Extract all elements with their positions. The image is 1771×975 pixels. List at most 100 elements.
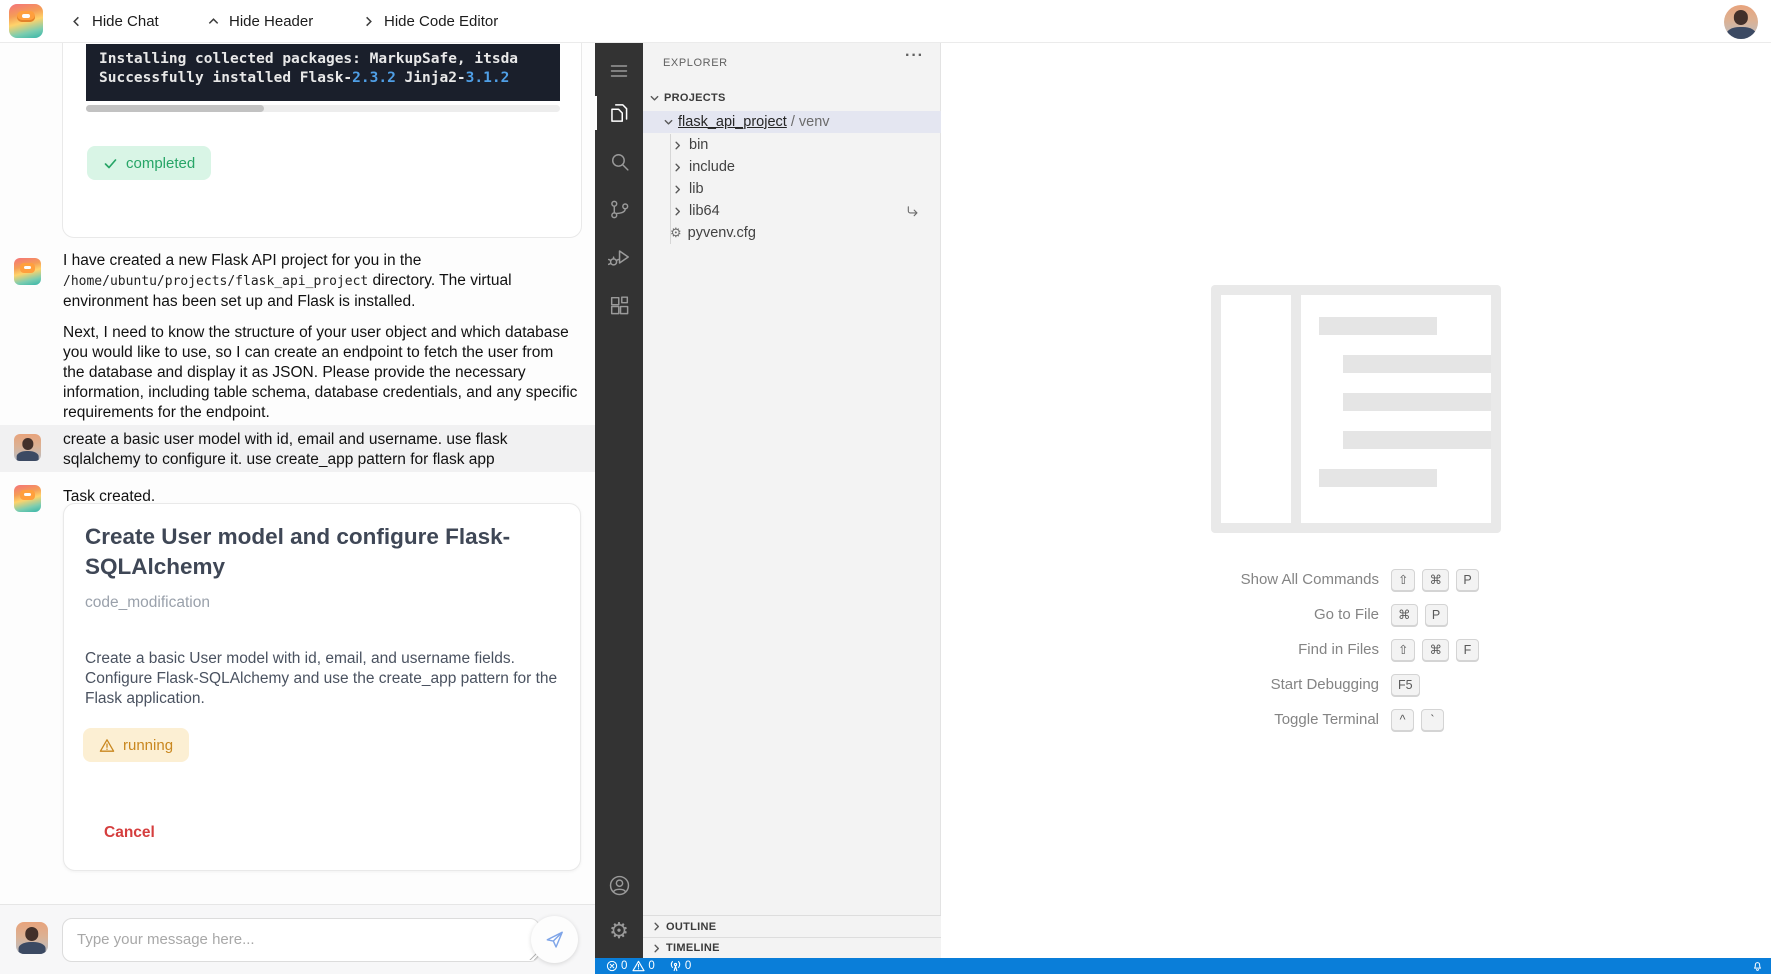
chevron-right-icon xyxy=(675,163,681,171)
user-profile-avatar[interactable] xyxy=(1724,5,1758,39)
gear-icon: ⚙ xyxy=(609,918,629,943)
account-icon xyxy=(609,875,629,895)
radio-tower-icon xyxy=(670,961,681,972)
user-message-row: create a basic user model with id, email… xyxy=(0,425,595,472)
terminal-output: Installing collected packages: MarkupSaf… xyxy=(86,44,560,101)
chevron-right-icon xyxy=(654,944,660,952)
account-button[interactable] xyxy=(595,865,643,905)
chat-input-bar xyxy=(0,904,595,974)
problems-errors[interactable]: 0 xyxy=(606,960,627,972)
watermark-bar xyxy=(1319,317,1437,335)
notifications-button[interactable] xyxy=(1751,959,1764,975)
completed-label: completed xyxy=(126,154,196,172)
ports-count: 0 xyxy=(684,960,692,972)
terminal-line-1: Installing collected packages: MarkupSaf… xyxy=(99,51,519,67)
explorer-title: EXPLORER xyxy=(663,57,728,69)
user-avatar xyxy=(16,922,48,954)
folder-label: lib xyxy=(689,181,704,197)
keycap-p: P xyxy=(1455,568,1479,591)
warning-icon xyxy=(99,738,115,752)
keycap-cmd: ⌘ xyxy=(1391,603,1418,626)
extensions-icon xyxy=(610,295,628,314)
chevron-right-icon xyxy=(675,207,681,215)
send-button[interactable] xyxy=(531,916,578,963)
chevron-up-icon xyxy=(208,17,219,24)
tree-row-lib[interactable]: lib xyxy=(643,178,941,200)
keycap-p: P xyxy=(1424,603,1448,626)
tree-row-lib64[interactable]: lib64 xyxy=(643,200,941,222)
terminal-line-2: Successfully installed Flask-2.3.2 Jinja… xyxy=(99,70,510,86)
task-card-type: code_modification xyxy=(85,594,210,611)
hide-header-button[interactable]: Hide Header xyxy=(207,0,313,42)
explorer-sidebar: EXPLORER ··· PROJECTS flask_api_project … xyxy=(643,43,941,958)
assistant-message-p2: Next, I need to know the structure of yo… xyxy=(63,324,578,421)
assistant-avatar xyxy=(14,258,41,285)
ports-indicator[interactable]: 0 xyxy=(669,960,691,972)
status-badge-running: running xyxy=(83,728,190,762)
terminal-hscrollbar-thumb[interactable] xyxy=(86,105,264,112)
hide-chat-label: Hide Chat xyxy=(92,12,159,30)
task-card-title: Create User model and configure Flask-SQ… xyxy=(85,524,511,579)
outline-section-header[interactable]: OUTLINE xyxy=(643,915,941,937)
menu-button[interactable] xyxy=(595,51,643,91)
keycap-f: F xyxy=(1455,638,1479,661)
source-control-tab[interactable] xyxy=(595,189,643,229)
activity-bar: ⚙ xyxy=(595,43,643,958)
error-count: 0 xyxy=(621,960,628,972)
search-tab[interactable] xyxy=(595,141,643,181)
keycap-shift: ⇧ xyxy=(1391,568,1416,591)
settings-button[interactable]: ⚙ xyxy=(595,911,643,951)
projects-section-header[interactable]: PROJECTS xyxy=(643,87,941,109)
hide-chat-button[interactable]: Hide Chat xyxy=(70,0,159,42)
keycap-ctrl: ^ xyxy=(1391,708,1414,731)
hamburger-menu-icon xyxy=(610,65,628,77)
folder-label: lib64 xyxy=(689,203,720,219)
hide-header-label: Hide Header xyxy=(229,12,314,30)
outline-label: OUTLINE xyxy=(666,920,717,933)
status-bar: 0 0 0 xyxy=(595,958,1771,974)
tree-row-pyvenv-cfg[interactable]: ⚙ pyvenv.cfg xyxy=(643,222,941,244)
timeline-label: TIMELINE xyxy=(666,942,720,954)
hide-code-editor-button[interactable]: Hide Code Editor xyxy=(362,0,498,42)
keycap-cmd: ⌘ xyxy=(1422,568,1449,591)
problems-warnings[interactable]: 0 xyxy=(632,960,655,972)
warning-count: 0 xyxy=(648,960,655,972)
message-input[interactable] xyxy=(62,918,540,962)
chevron-right-icon xyxy=(366,16,372,26)
watermark-editor xyxy=(1301,295,1491,523)
tree-row-bin[interactable]: bin xyxy=(643,134,941,156)
watermark-sidebar xyxy=(1221,295,1291,523)
user-avatar xyxy=(14,434,41,461)
user-message: create a basic user model with id, email… xyxy=(63,431,508,468)
search-icon xyxy=(611,153,629,171)
shortcut-start-debugging: Start Debugging F5 xyxy=(1171,673,1511,696)
symlink-arrow-icon xyxy=(907,205,918,216)
tool-result-card: Installing collected packages: MarkupSaf… xyxy=(62,43,582,238)
watermark-bar xyxy=(1343,393,1491,411)
more-actions-icon[interactable]: ··· xyxy=(905,47,924,65)
run-debug-tab[interactable] xyxy=(595,237,643,277)
shortcut-toggle-terminal: Toggle Terminal ^ ` xyxy=(1171,708,1511,731)
terminal-hscrollbar[interactable] xyxy=(86,105,560,112)
timeline-section-header[interactable]: TIMELINE xyxy=(643,937,941,958)
explorer-tab[interactable] xyxy=(595,93,643,133)
watermark-bar xyxy=(1343,431,1491,449)
project-path-code: /home/ubuntu/projects/flask_api_project xyxy=(63,274,369,289)
warning-icon xyxy=(632,960,645,972)
editor-welcome-area: Show All Commands ⇧ ⌘ P Go to File ⌘ P Find… xyxy=(941,43,1771,958)
assistant-message-p1: I have created a new Flask API project f… xyxy=(63,252,512,310)
running-label: running xyxy=(123,736,174,754)
extensions-tab[interactable] xyxy=(595,285,643,325)
task-card-description: Create a basic User model with id, email… xyxy=(85,650,558,707)
editor-watermark-graphic xyxy=(1211,285,1501,533)
shortcut-go-to-file: Go to File ⌘ P xyxy=(1171,603,1511,626)
projects-label: PROJECTS xyxy=(664,92,726,104)
tree-row-include[interactable]: include xyxy=(643,156,941,178)
chevron-left-icon xyxy=(73,16,79,26)
cancel-button[interactable]: Cancel xyxy=(104,824,155,842)
config-gear-icon: ⚙ xyxy=(670,225,682,240)
tree-row-flask-api-project[interactable]: flask_api_project / venv xyxy=(643,111,941,133)
hide-code-editor-label: Hide Code Editor xyxy=(384,12,499,30)
folder-label: bin xyxy=(689,137,709,153)
shortcut-label: Start Debugging xyxy=(1270,676,1379,693)
